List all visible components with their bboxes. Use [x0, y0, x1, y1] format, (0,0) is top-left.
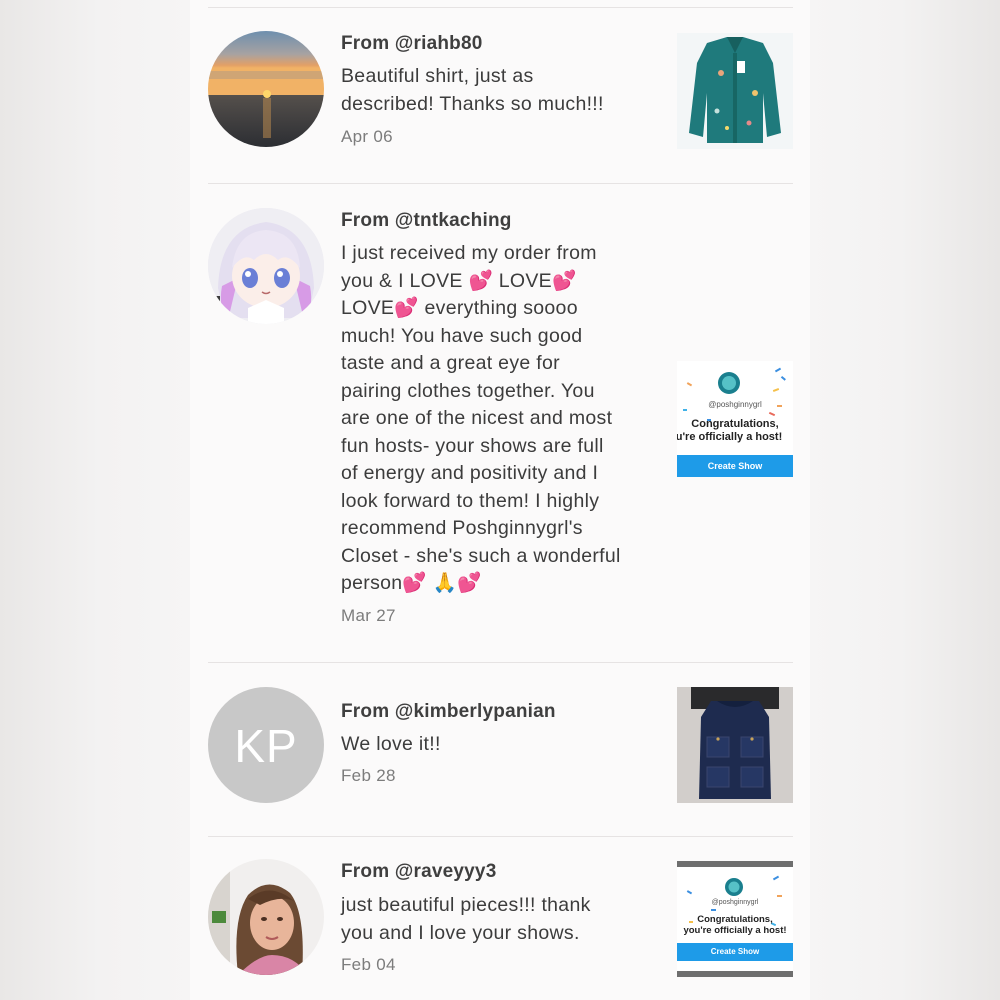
from-prefix: From: [341, 701, 395, 722]
from-prefix: From: [341, 210, 395, 231]
reviewer-handle-link[interactable]: @kimberlypanian: [395, 701, 556, 722]
review-text: I just received my order from you & I LO…: [341, 242, 621, 594]
avatar[interactable]: [208, 31, 324, 147]
teal-shirt-image: [677, 33, 793, 149]
create-show-button[interactable]: Create Show: [677, 455, 793, 477]
host-congrats-line1: Congratulations,: [691, 418, 779, 430]
reviewer-handle-link[interactable]: @raveyyy3: [395, 861, 497, 882]
create-show-button[interactable]: Create Show: [677, 943, 793, 961]
denim-vest-image: [677, 687, 793, 803]
divider: [208, 7, 793, 8]
host-congrats-line2: you're officially a host!: [683, 925, 787, 936]
review-author: From @raveyyy3: [341, 861, 496, 883]
avatar[interactable]: KP: [208, 687, 324, 803]
review-date: Apr 06: [341, 127, 393, 146]
avatar-initials: KP: [234, 720, 298, 772]
reviewer-handle-link[interactable]: @tntkaching: [395, 210, 512, 231]
review-text: We love it!!: [341, 733, 441, 755]
review-text: Beautiful shirt, just as described! Than…: [341, 65, 604, 115]
listing-thumbnail[interactable]: [677, 687, 793, 803]
host-handle: @poshginnygrl: [708, 400, 762, 409]
avatar[interactable]: [208, 208, 324, 324]
from-prefix: From: [341, 33, 395, 54]
anime-avatar-image: [208, 208, 324, 324]
review-author: From @tntkaching: [341, 210, 512, 232]
listing-thumbnail[interactable]: [677, 33, 793, 149]
host-congrats-line1: Congratulations,: [697, 914, 773, 925]
review-date: Feb 28: [341, 766, 396, 785]
reviewer-handle-link[interactable]: @riahb80: [395, 33, 483, 54]
host-handle: @poshginnygrl: [711, 899, 759, 906]
review-date: Feb 04: [341, 955, 396, 974]
divider: [208, 836, 793, 837]
host-congrats-line2: ou're officially a host!: [677, 431, 783, 443]
review-author: From @kimberlypanian: [341, 701, 556, 723]
woman-portrait-image: [208, 859, 324, 975]
divider: [208, 662, 793, 663]
from-prefix: From: [341, 861, 395, 882]
listing-thumbnail[interactable]: @poshginnygrl Congratulations, ou're off…: [677, 361, 793, 477]
review-author: From @riahb80: [341, 33, 483, 55]
listing-thumbnail[interactable]: @poshginnygrl Congratulations, you're of…: [677, 861, 793, 977]
avatar[interactable]: [208, 859, 324, 975]
review-text: just beautiful pieces!!! thank you and I…: [341, 894, 591, 944]
divider: [208, 183, 793, 184]
sunset-avatar-image: [208, 31, 324, 147]
review-date: Mar 27: [341, 606, 396, 625]
